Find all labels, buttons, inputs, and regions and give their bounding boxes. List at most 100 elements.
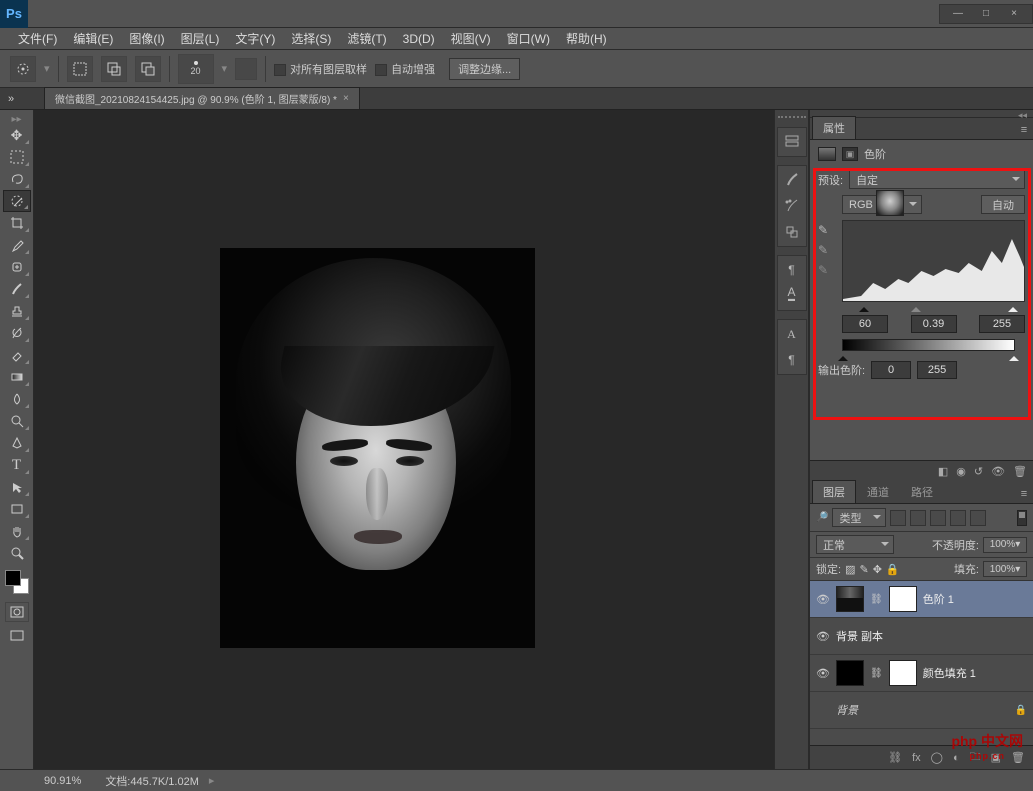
output-gradient[interactable]	[842, 339, 1015, 351]
white-input-value[interactable]: 255	[979, 315, 1025, 333]
black-output-value[interactable]: 0	[871, 361, 911, 379]
minimize-button[interactable]: —	[944, 5, 972, 23]
link-mask-icon[interactable]: ⛓	[870, 668, 883, 679]
lock-pixels-icon[interactable]: ✎	[859, 563, 868, 576]
lock-all-icon[interactable]: 🔒	[886, 563, 900, 576]
gradient-tool[interactable]	[3, 366, 31, 388]
black-input-slider[interactable]	[859, 302, 869, 312]
screen-mode-button[interactable]	[5, 626, 29, 646]
document-tab-close[interactable]: ×	[343, 93, 349, 104]
healing-tool[interactable]	[3, 256, 31, 278]
layer-fx-icon[interactable]: fx	[912, 752, 921, 764]
link-mask-icon[interactable]: ⛓	[870, 594, 883, 605]
menu-window[interactable]: 窗口(W)	[499, 30, 558, 47]
paragraph-panel-icon[interactable]: ¶	[780, 258, 804, 282]
clip-to-layer-icon[interactable]: ◧	[938, 465, 948, 478]
layer-mask-thumb[interactable]	[889, 586, 917, 612]
lock-position-icon[interactable]: ✥	[873, 563, 882, 576]
tab-properties[interactable]: 属性	[812, 116, 856, 139]
tab-layers[interactable]: 图层	[812, 480, 856, 503]
menu-select[interactable]: 选择(S)	[283, 30, 339, 47]
levels-adjustment-icon[interactable]	[818, 147, 836, 161]
filter-pixel-icon[interactable]	[890, 510, 906, 526]
filter-adjust-icon[interactable]	[910, 510, 926, 526]
reset-icon[interactable]: ↺	[974, 465, 983, 478]
brush-tool[interactable]	[3, 278, 31, 300]
refine-edge-button[interactable]: 调整边缘...	[449, 58, 520, 80]
white-input-slider[interactable]	[1008, 302, 1018, 312]
zoom-level[interactable]: 90.91%	[44, 775, 81, 787]
levels-thumb-icon[interactable]	[836, 586, 864, 612]
doc-info[interactable]: 文档:445.7K/1.02M	[105, 773, 199, 789]
visibility-toggle[interactable]: 👁	[816, 629, 830, 643]
brush-size-picker[interactable]: 20	[178, 54, 214, 84]
layer-name[interactable]: 颜色填充 1	[923, 665, 976, 681]
filter-type-icon[interactable]	[930, 510, 946, 526]
link-layers-icon[interactable]: ⛓	[888, 751, 902, 764]
trash-icon[interactable]: 🗑	[1013, 465, 1027, 478]
tab-paths[interactable]: 路径	[900, 480, 944, 503]
add-selection-mode[interactable]	[101, 56, 127, 82]
dock-handle[interactable]	[778, 116, 806, 124]
eraser-tool[interactable]	[3, 344, 31, 366]
solidfill-thumb-icon[interactable]	[836, 660, 864, 686]
toggle-visibility-icon[interactable]: 👁	[991, 465, 1005, 478]
menu-filter[interactable]: 滤镜(T)	[339, 30, 394, 47]
view-previous-icon[interactable]: ◉	[956, 465, 966, 478]
lock-transparent-icon[interactable]: ▨	[845, 563, 855, 576]
histogram[interactable]	[842, 220, 1025, 302]
properties-panel-menu[interactable]: ≡	[1015, 121, 1033, 139]
menu-image[interactable]: 图像(I)	[121, 30, 172, 47]
brush-presets-icon[interactable]	[780, 194, 804, 218]
opacity-value[interactable]: 100% ▾	[983, 537, 1027, 553]
tab-expand-icon[interactable]: »	[8, 93, 28, 109]
black-point-eyedropper[interactable]: ✎	[818, 223, 838, 237]
path-select-tool[interactable]	[3, 476, 31, 498]
pen-tool[interactable]	[3, 432, 31, 454]
subtract-selection-mode[interactable]	[135, 56, 161, 82]
filter-shape-icon[interactable]	[950, 510, 966, 526]
menu-view[interactable]: 视图(V)	[443, 30, 499, 47]
auto-enhance-checkbox[interactable]: 自动增强	[375, 61, 435, 77]
menu-type[interactable]: 文字(Y)	[227, 30, 283, 47]
eyedropper-tool[interactable]	[3, 234, 31, 256]
type-tool[interactable]: T	[3, 454, 31, 476]
quick-select-tool[interactable]	[3, 190, 31, 212]
layer-name[interactable]: 色阶 1	[923, 591, 954, 607]
lasso-tool[interactable]	[3, 168, 31, 190]
close-button[interactable]: ×	[1000, 5, 1028, 23]
marquee-tool[interactable]	[3, 146, 31, 168]
filter-toggle[interactable]	[1017, 510, 1027, 526]
layer-row-background[interactable]: 背景 🔒	[810, 692, 1033, 729]
layers-panel-menu[interactable]: ≡	[1015, 485, 1033, 503]
maximize-button[interactable]: □	[972, 5, 1000, 23]
gray-point-eyedropper[interactable]: ✎	[818, 243, 838, 257]
quick-mask-toggle[interactable]	[5, 602, 29, 622]
current-tool-icon[interactable]	[10, 56, 36, 82]
blur-tool[interactable]	[3, 388, 31, 410]
crop-tool[interactable]	[3, 212, 31, 234]
visibility-toggle[interactable]	[816, 703, 830, 717]
visibility-toggle[interactable]: 👁	[816, 592, 830, 606]
white-output-slider[interactable]	[1009, 351, 1019, 361]
layer-row-solidfill1[interactable]: 👁 ⛓ 颜色填充 1	[810, 655, 1033, 692]
menu-3d[interactable]: 3D(D)	[395, 32, 443, 46]
menu-layer[interactable]: 图层(L)	[173, 30, 228, 47]
black-input-value[interactable]: 60	[842, 315, 888, 333]
layer-name[interactable]: 背景	[836, 702, 858, 718]
add-mask-icon[interactable]: ◯	[931, 751, 943, 764]
auto-levels-button[interactable]: 自动	[981, 195, 1025, 214]
character-panel-icon[interactable]: A	[780, 322, 804, 346]
clone-source-icon[interactable]	[780, 220, 804, 244]
zoom-tool[interactable]	[3, 542, 31, 564]
color-swatches[interactable]	[5, 570, 29, 594]
sample-all-layers-checkbox[interactable]: 对所有图层取样	[274, 61, 367, 77]
preset-select[interactable]: 自定	[849, 170, 1025, 189]
menu-file[interactable]: 文件(F)	[10, 30, 65, 47]
dodge-tool[interactable]	[3, 410, 31, 432]
visibility-toggle[interactable]: 👁	[816, 666, 830, 680]
brush-panel-icon[interactable]	[780, 168, 804, 192]
menu-help[interactable]: 帮助(H)	[558, 30, 615, 47]
foreground-color-swatch[interactable]	[5, 570, 21, 586]
move-tool[interactable]: ✥	[3, 124, 31, 146]
